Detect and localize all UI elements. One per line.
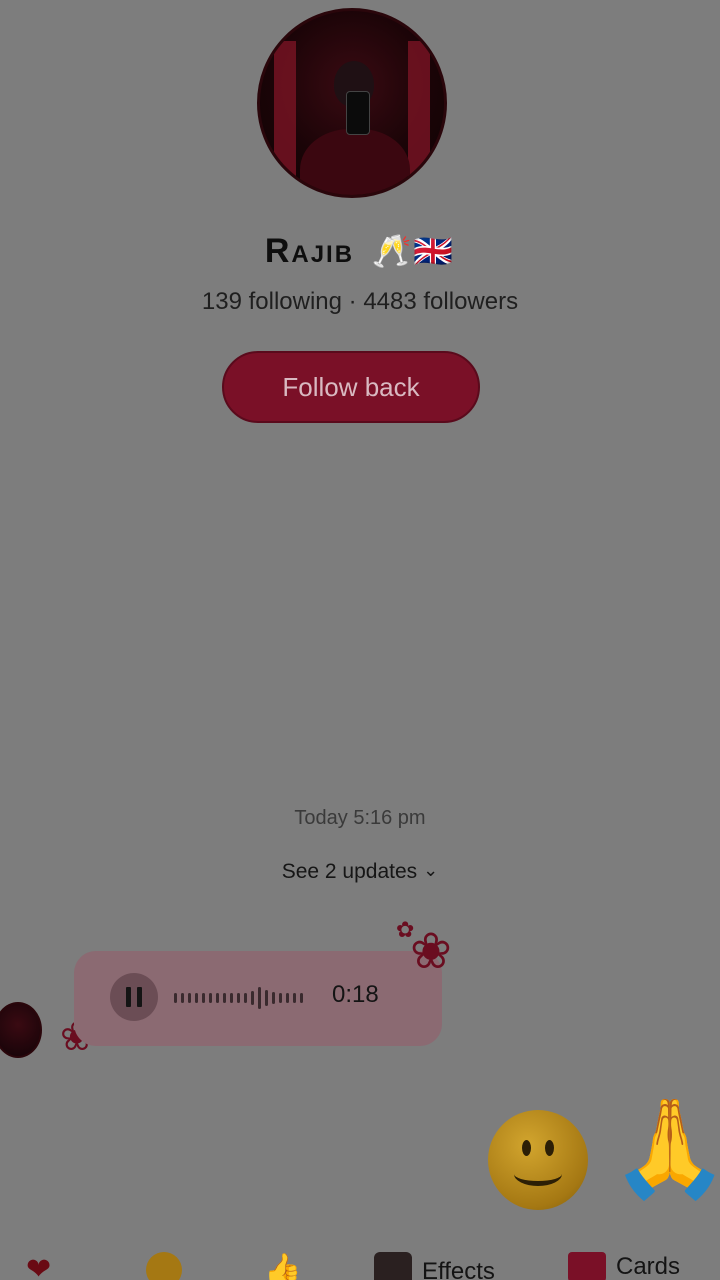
heart-reaction-button[interactable]: ❤	[26, 1252, 51, 1280]
message-timestamp: Today 5:16 pm	[294, 807, 426, 829]
smile-eye	[545, 1140, 554, 1156]
voice-waveform[interactable]	[174, 981, 303, 1015]
wave-bar	[244, 993, 247, 1003]
effects-button[interactable]: Effects	[374, 1252, 495, 1280]
wave-bar	[272, 992, 275, 1004]
pause-button[interactable]	[110, 973, 158, 1021]
praying-hands-reaction-icon[interactable]: 🙏	[610, 1100, 720, 1196]
wave-bar	[293, 993, 296, 1003]
wave-bar	[174, 993, 177, 1003]
wave-bar	[251, 991, 254, 1005]
cards-bow-icon	[568, 1252, 606, 1280]
wave-bar	[209, 993, 212, 1003]
chevron-down-icon: ⌄	[423, 860, 439, 880]
effects-label: Effects	[422, 1258, 495, 1280]
profile-name: Rajib 🥂🇬🇧	[0, 232, 720, 271]
wave-bar	[223, 993, 226, 1003]
wave-bar	[300, 993, 303, 1003]
flower-sticker-icon: ❀	[410, 922, 452, 980]
chat-screen: Rajib 🥂🇬🇧 139 following · 4483 followers…	[0, 0, 720, 1280]
wave-bar	[265, 990, 268, 1006]
see-updates-label: See 2 updates	[281, 860, 418, 883]
profile-name-emoji: 🥂🇬🇧	[371, 233, 456, 269]
wave-bar	[216, 993, 219, 1003]
avatar-neon-right	[408, 41, 430, 191]
laugh-reaction-button[interactable]	[146, 1252, 182, 1280]
sender-avatar[interactable]	[0, 1002, 42, 1058]
wave-bar	[202, 993, 205, 1003]
heart-icon: ❤	[26, 1253, 52, 1280]
thumbs-up-icon: 👍	[264, 1253, 302, 1280]
pause-icon-bar	[126, 987, 131, 1007]
laughing-face-icon	[146, 1252, 182, 1280]
wave-bar	[237, 993, 240, 1003]
smiling-face-reaction-icon[interactable]	[488, 1110, 588, 1210]
thumbs-up-reaction-button[interactable]: 👍	[264, 1252, 301, 1280]
wave-bar	[188, 993, 191, 1003]
effects-thumbnail-icon	[374, 1252, 412, 1280]
avatar-body	[300, 129, 410, 195]
wave-bar	[230, 993, 233, 1003]
avatar-phone	[346, 91, 370, 135]
quick-reaction-bar: ❤ 👍 Effects Cards	[0, 1250, 720, 1280]
profile-name-text: Rajib	[264, 232, 355, 270]
wave-bar	[286, 993, 289, 1003]
follow-back-button[interactable]: Follow back	[222, 351, 480, 423]
cards-label: Cards	[616, 1253, 681, 1280]
profile-stats: 139 following · 4483 followers	[201, 288, 519, 315]
profile-avatar[interactable]	[257, 8, 447, 198]
wave-bar	[279, 993, 282, 1003]
smile-mouth	[514, 1162, 562, 1186]
wave-bar	[195, 993, 198, 1003]
wave-bar	[181, 993, 184, 1003]
smile-eye	[522, 1140, 531, 1156]
wave-bar	[258, 987, 261, 1009]
voice-message-bubble[interactable]: 0:18	[74, 951, 442, 1046]
cards-button[interactable]: Cards	[568, 1252, 680, 1280]
see-updates-link[interactable]: See 2 updates ⌄	[0, 860, 720, 884]
pause-icon-bar	[137, 987, 142, 1007]
voice-duration: 0:18	[332, 981, 379, 1008]
avatar-neon-left	[274, 41, 296, 191]
